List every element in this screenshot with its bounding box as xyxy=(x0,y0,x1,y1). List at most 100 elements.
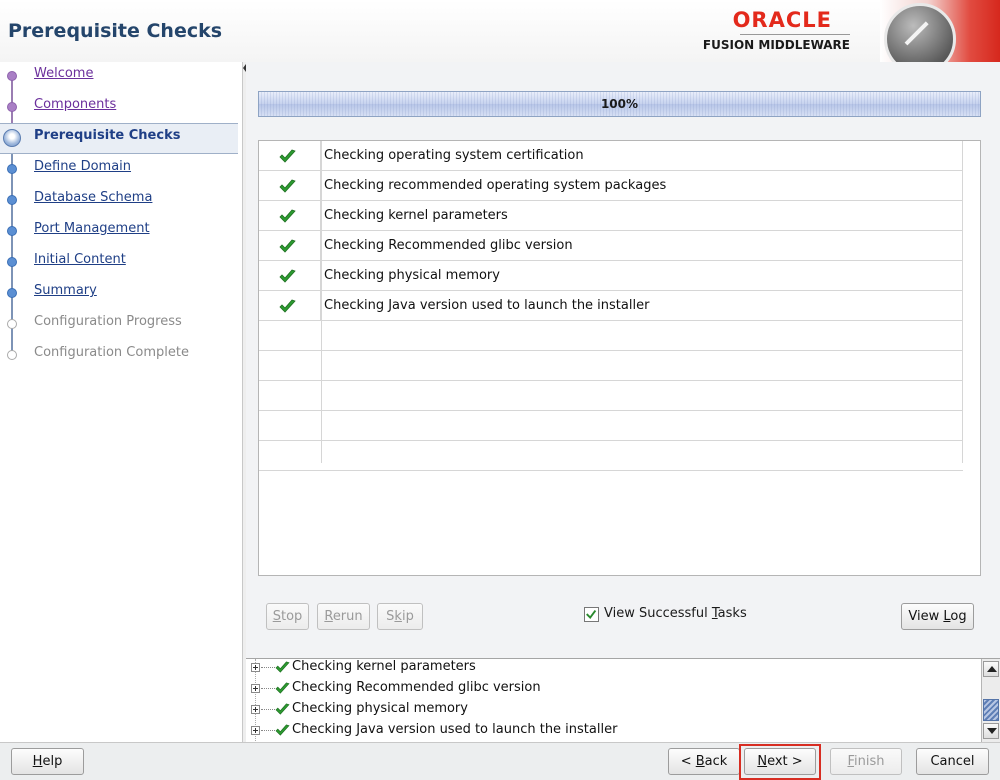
status-cell xyxy=(259,231,321,261)
success-check-icon xyxy=(279,149,296,163)
step-visited-icon xyxy=(7,102,17,112)
scroll-down-arrow-icon[interactable] xyxy=(983,723,999,739)
expand-plus-icon[interactable] xyxy=(251,684,260,693)
table-row[interactable]: Checking kernel parameters xyxy=(259,201,963,231)
sidebar-item-label[interactable]: Port Management xyxy=(34,221,150,236)
success-check-icon xyxy=(279,179,296,193)
log-item-label: Checking kernel parameters xyxy=(292,659,476,674)
checkmark-icon xyxy=(586,610,597,619)
sidebar-item-summary[interactable]: Summary xyxy=(0,279,238,310)
scroll-thumb[interactable] xyxy=(983,699,999,721)
tree-branch xyxy=(261,667,275,668)
checkbox-label: View Successful Tasks xyxy=(604,606,747,621)
sidebar-item-define-domain[interactable]: Define Domain xyxy=(0,155,238,186)
expand-plus-icon[interactable] xyxy=(251,726,260,735)
main-panel: 100% Checking operating system certifica… xyxy=(246,62,1000,658)
table-row-empty xyxy=(259,351,963,381)
task-label: Checking recommended operating system pa… xyxy=(324,178,667,193)
log-scrollbar[interactable] xyxy=(981,659,1000,742)
expand-plus-icon[interactable] xyxy=(251,663,260,672)
table-row[interactable]: Checking operating system certification xyxy=(259,141,963,171)
sidebar-item-configuration-complete: Configuration Complete xyxy=(0,341,238,372)
success-check-icon xyxy=(275,724,290,736)
table-row[interactable]: Checking Java version used to launch the… xyxy=(259,291,963,321)
success-check-icon xyxy=(275,682,290,694)
status-cell xyxy=(259,201,321,231)
stop-button[interactable]: Stop xyxy=(266,603,309,630)
log-tree-item[interactable]: Checking Java version used to launch the… xyxy=(246,720,978,741)
oracle-logo: ORACLE FUSION MIDDLEWARE xyxy=(700,8,850,58)
task-table: Checking operating system certification … xyxy=(258,140,981,576)
footer-bar: Help < Back Next > Finish Cancel xyxy=(0,742,1000,780)
task-label: Checking kernel parameters xyxy=(324,208,508,223)
sidebar-item-label[interactable]: Prerequisite Checks xyxy=(34,128,180,143)
task-label: Checking operating system certification xyxy=(324,148,584,163)
rerun-button[interactable]: Rerun xyxy=(317,603,370,630)
header: Prerequisite Checks ORACLE FUSION MIDDLE… xyxy=(0,0,1000,62)
sidebar-item-database-schema[interactable]: Database Schema xyxy=(0,186,238,217)
view-log-button[interactable]: View Log xyxy=(901,603,974,630)
wizard-steps-sidebar: Welcome Components Prerequisite Checks D… xyxy=(0,62,242,742)
log-tree-item[interactable]: Checking physical memory xyxy=(246,699,978,720)
sidebar-item-initial-content[interactable]: Initial Content xyxy=(0,248,238,279)
sidebar-item-label[interactable]: Summary xyxy=(34,283,97,298)
sidebar-item-label: Configuration Complete xyxy=(34,345,189,360)
next-button[interactable]: Next > xyxy=(744,748,816,775)
brand-rule xyxy=(740,34,850,35)
sidebar-item-label[interactable]: Initial Content xyxy=(34,252,126,267)
checkbox[interactable] xyxy=(584,607,599,622)
help-button[interactable]: Help xyxy=(11,748,84,775)
success-check-icon xyxy=(279,299,296,313)
magic-wand-icon xyxy=(880,0,1000,62)
brand-subtitle: FUSION MIDDLEWARE xyxy=(702,38,850,52)
step-disabled-icon xyxy=(7,350,17,360)
cancel-button[interactable]: Cancel xyxy=(916,748,989,775)
finish-button[interactable]: Finish xyxy=(830,748,902,775)
expand-plus-icon[interactable] xyxy=(251,705,260,714)
sidebar-item-label[interactable]: Welcome xyxy=(34,66,93,81)
step-pending-icon xyxy=(7,195,17,205)
success-check-icon xyxy=(279,239,296,253)
table-row[interactable]: Checking Recommended glibc version xyxy=(259,231,963,261)
status-cell xyxy=(259,261,321,291)
current-step-icon xyxy=(3,129,21,147)
progress-percent: 100% xyxy=(600,97,639,111)
table-row-empty xyxy=(259,411,963,441)
tree-branch xyxy=(261,688,275,689)
step-pending-icon xyxy=(7,288,17,298)
sidebar-item-welcome[interactable]: Welcome xyxy=(0,62,238,93)
status-cell xyxy=(259,291,321,321)
sidebar-item-prerequisite-checks[interactable]: Prerequisite Checks xyxy=(0,123,238,154)
table-row[interactable]: Checking physical memory xyxy=(259,261,963,291)
table-row-empty xyxy=(259,441,963,471)
sidebar-item-port-management[interactable]: Port Management xyxy=(0,217,238,248)
progress-bar: 100% xyxy=(258,91,981,117)
brand-name: ORACLE xyxy=(732,8,832,32)
step-pending-icon xyxy=(7,257,17,267)
skip-button[interactable]: Skip xyxy=(377,603,423,630)
sidebar-item-label[interactable]: Database Schema xyxy=(34,190,152,205)
log-tree-item[interactable]: Checking kernel parameters xyxy=(246,657,978,678)
log-tree-pane[interactable]: Checking kernel parameters Checking Reco… xyxy=(246,657,1000,743)
success-check-icon xyxy=(275,661,290,673)
step-visited-icon xyxy=(7,71,17,81)
success-check-icon xyxy=(279,209,296,223)
sidebar-item-configuration-progress: Configuration Progress xyxy=(0,310,238,341)
sidebar-item-label: Configuration Progress xyxy=(34,314,182,329)
log-tree-item[interactable]: Checking Recommended glibc version xyxy=(246,678,978,699)
sidebar-item-label[interactable]: Define Domain xyxy=(34,159,131,174)
scroll-up-arrow-icon[interactable] xyxy=(983,661,999,677)
task-label: Checking Java version used to launch the… xyxy=(324,298,650,313)
sidebar-item-components[interactable]: Components xyxy=(0,93,238,124)
step-pending-icon xyxy=(7,226,17,236)
step-disabled-icon xyxy=(7,319,17,329)
success-check-icon xyxy=(275,703,290,715)
step-pending-icon xyxy=(7,164,17,174)
tree-branch xyxy=(261,730,275,731)
log-item-label: Checking physical memory xyxy=(292,701,468,716)
sidebar-item-label[interactable]: Components xyxy=(34,97,116,112)
table-row[interactable]: Checking recommended operating system pa… xyxy=(259,171,963,201)
page-title: Prerequisite Checks xyxy=(8,20,223,42)
back-button[interactable]: < Back xyxy=(668,748,740,775)
table-row-empty xyxy=(259,381,963,411)
